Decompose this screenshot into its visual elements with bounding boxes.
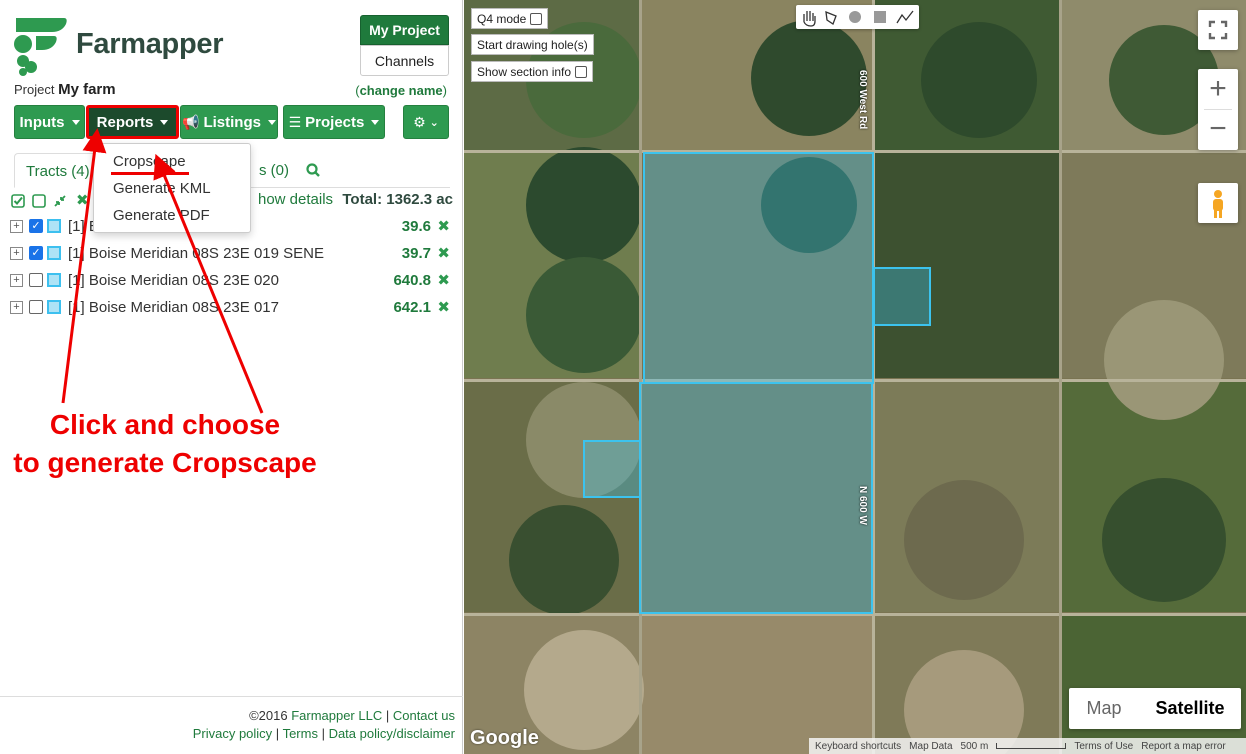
google-logo: Google <box>470 727 539 749</box>
polyline-icon[interactable] <box>896 10 914 24</box>
annotation-arrows <box>61 128 264 414</box>
terms-link[interactable]: Terms <box>283 726 318 741</box>
street-view-button[interactable] <box>1198 183 1238 223</box>
annotation-line-1: Click and choose <box>49 409 281 440</box>
satellite-imagery <box>464 0 1246 754</box>
terms-of-use-link[interactable]: Terms of Use <box>1074 741 1133 752</box>
map-type-control: Map Satellite <box>1069 688 1241 729</box>
satellite-map[interactable]: 600 West Rd N 600 W Q4 mode Start drawin… <box>464 0 1246 754</box>
q4-mode-label: Q4 mode <box>477 11 527 26</box>
map-data-link[interactable]: Map Data <box>909 741 952 752</box>
map-attribution: Keyboard shortcuts Map Data 500 m Terms … <box>809 738 1246 754</box>
contact-link[interactable]: Contact us <box>393 708 455 723</box>
privacy-link[interactable]: Privacy policy <box>193 726 272 741</box>
company-link[interactable]: Farmapper LLC <box>291 708 382 723</box>
data-policy-link[interactable]: Data policy/disclaimer <box>329 726 455 741</box>
app-window: Farmapper My Project Channels Project My… <box>0 0 1246 754</box>
polygon-icon[interactable] <box>825 10 837 25</box>
show-section-info-checkbox[interactable] <box>575 65 588 78</box>
show-section-info-toggle[interactable]: Show section info <box>471 61 594 82</box>
footer-line-1: ©2016 Farmapper LLC | Contact us <box>249 708 455 723</box>
start-drawing-holes-button[interactable]: Start drawing hole(s) <box>471 34 594 55</box>
road-label-600-west: 600 West Rd <box>857 70 868 130</box>
start-drawing-holes-label: Start drawing hole(s) <box>477 37 588 52</box>
footer-line-2: Privacy policy | Terms | Data policy/dis… <box>192 726 455 741</box>
fullscreen-icon <box>1208 20 1228 40</box>
zoom-out-button[interactable]: − <box>1198 110 1238 150</box>
map-type-satellite-button[interactable]: Satellite <box>1139 688 1241 729</box>
scale-bar <box>996 743 1067 749</box>
road-label-n-600-w: N 600 W <box>857 486 868 525</box>
show-section-info-label: Show section info <box>477 64 572 79</box>
drawing-toolbar <box>796 5 919 29</box>
fullscreen-button[interactable] <box>1198 10 1238 50</box>
report-map-error-link[interactable]: Report a map error <box>1141 741 1225 752</box>
circle-icon[interactable] <box>849 11 861 23</box>
annotation-line-2: to generate Cropscape <box>13 447 317 478</box>
keyboard-shortcuts-link[interactable]: Keyboard shortcuts <box>815 741 901 752</box>
q4-mode-toggle[interactable]: Q4 mode <box>471 8 549 29</box>
map-type-map-button[interactable]: Map <box>1069 688 1139 729</box>
pegman-icon <box>1213 190 1223 218</box>
copyright: ©2016 <box>249 708 288 723</box>
sidebar-panel: Farmapper My Project Channels Project My… <box>0 0 463 754</box>
hand-icon[interactable] <box>803 11 816 27</box>
q4-mode-checkbox[interactable] <box>530 12 543 25</box>
scale-label[interactable]: 500 m <box>961 741 989 752</box>
zoom-control: + − <box>1198 69 1238 150</box>
footer: ©2016 Farmapper LLC | Contact us Privacy… <box>0 696 463 754</box>
annotation-text: Click and choose to generate Cropscape <box>10 406 320 482</box>
rectangle-icon[interactable] <box>874 11 886 23</box>
zoom-in-button[interactable]: + <box>1198 69 1238 109</box>
